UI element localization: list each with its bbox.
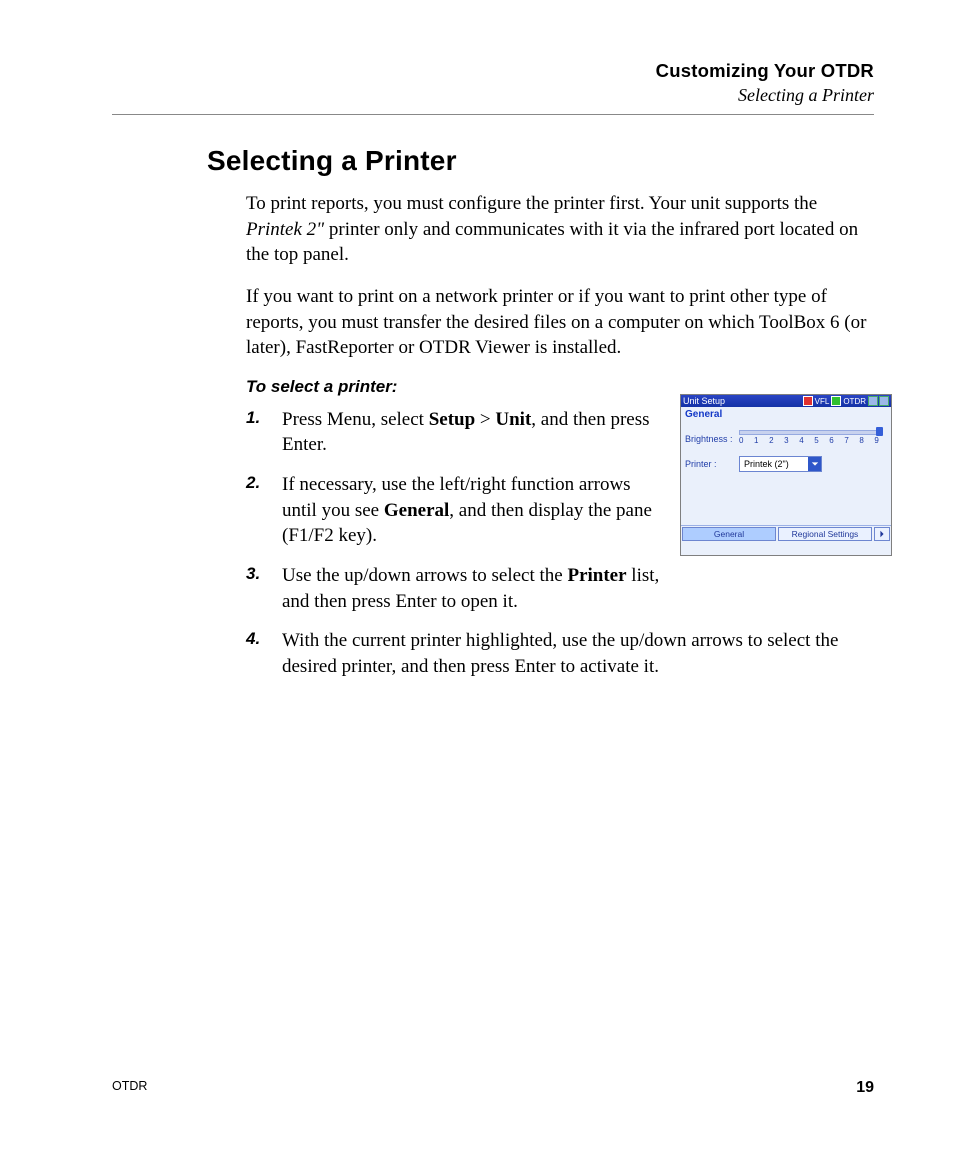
slider-tick-label: 7	[844, 436, 848, 445]
step-text: Use the up/down arrows to select the Pri…	[282, 563, 682, 614]
slider-thumb-icon[interactable]	[876, 427, 883, 436]
step-text: If necessary, use the left/right functio…	[282, 472, 662, 549]
printer-row: Printer : Printek (2")	[685, 456, 887, 472]
active-tab-label: General	[681, 407, 891, 420]
tray-icon	[868, 396, 878, 406]
brightness-row: Brightness : 0 1 2 3 4 5 6 7 8 9	[685, 428, 887, 450]
page-number: 19	[856, 1079, 874, 1097]
slider-tick-label: 2	[769, 436, 773, 445]
status-area: VFL OTDR	[803, 396, 889, 406]
slider-tick-label: 9	[874, 436, 878, 445]
chevron-right-icon	[878, 530, 886, 538]
page-header: Customizing Your OTDR Selecting a Printe…	[112, 60, 874, 106]
intro-paragraph-2: If you want to print on a network printe…	[246, 284, 874, 361]
printer-dropdown-value: Printek (2")	[740, 457, 808, 471]
tray-icons	[868, 396, 889, 406]
pane-body: Brightness : 0 1 2 3 4 5 6 7 8 9	[681, 420, 891, 542]
slider-tick-label: 4	[799, 436, 803, 445]
window-titlebar: Unit Setup VFL OTDR	[681, 395, 891, 407]
step-3: 3. Use the up/down arrows to select the …	[246, 563, 874, 614]
tray-icon	[879, 396, 889, 406]
slider-tick-label: 6	[829, 436, 833, 445]
step-number: 2.	[246, 472, 260, 495]
tab-scroll-right-button[interactable]	[874, 527, 890, 541]
text-run: Use the up/down arrows to select the	[282, 565, 567, 586]
window-title: Unit Setup	[683, 396, 725, 406]
vfl-label: VFL	[815, 397, 830, 406]
header-divider	[112, 114, 874, 115]
step-text: Press Menu, select Setup > Unit, and the…	[282, 407, 662, 458]
vfl-indicator-icon	[803, 396, 813, 406]
brightness-slider[interactable]: 0 1 2 3 4 5 6 7 8 9	[739, 428, 887, 450]
slider-tick-label: 1	[754, 436, 758, 445]
slider-track-icon	[739, 430, 879, 435]
slider-tick-label: 0	[739, 436, 743, 445]
text-run: printer only and communicates with it vi…	[246, 219, 858, 266]
intro-paragraph-1: To print reports, you must configure the…	[246, 191, 874, 268]
bold-run: Printer	[567, 565, 626, 586]
text-run: To print reports, you must configure the…	[246, 193, 817, 214]
section-label: Selecting a Printer	[112, 85, 874, 106]
slider-tick-label: 3	[784, 436, 788, 445]
step-text: With the current printer highlighted, us…	[282, 630, 838, 677]
bold-run: Setup	[429, 409, 475, 430]
section-title: Selecting a Printer	[207, 145, 874, 177]
otdr-label: OTDR	[843, 397, 866, 406]
text-run: Press Menu, select	[282, 409, 429, 430]
otdr-indicator-icon	[831, 396, 841, 406]
bottom-tab-bar: General Regional Settings	[681, 525, 891, 542]
step-number: 4.	[246, 628, 260, 651]
slider-tick-label: 8	[859, 436, 863, 445]
device-screenshot: Unit Setup VFL OTDR General Brightness :	[680, 394, 892, 556]
step-number: 1.	[246, 407, 260, 430]
step-4: 4. With the current printer highlighted,…	[246, 628, 874, 679]
page-footer: OTDR 19	[112, 1079, 874, 1097]
step-number: 3.	[246, 563, 260, 586]
slider-tick-label: 5	[814, 436, 818, 445]
tab-general[interactable]: General	[682, 527, 776, 541]
printer-label: Printer :	[685, 459, 739, 469]
tab-regional-settings[interactable]: Regional Settings	[778, 527, 872, 541]
printer-model: Printek 2"	[246, 219, 324, 240]
footer-product: OTDR	[112, 1079, 147, 1097]
printer-dropdown[interactable]: Printek (2")	[739, 456, 822, 472]
brightness-label: Brightness :	[685, 434, 739, 444]
chapter-title: Customizing Your OTDR	[112, 60, 874, 82]
chevron-down-icon	[811, 460, 819, 468]
slider-ticks: 0 1 2 3 4 5 6 7 8 9	[739, 436, 879, 445]
dropdown-button[interactable]	[808, 457, 821, 471]
text-run: >	[475, 409, 495, 430]
bold-run: General	[384, 500, 449, 521]
bold-run: Unit	[495, 409, 531, 430]
